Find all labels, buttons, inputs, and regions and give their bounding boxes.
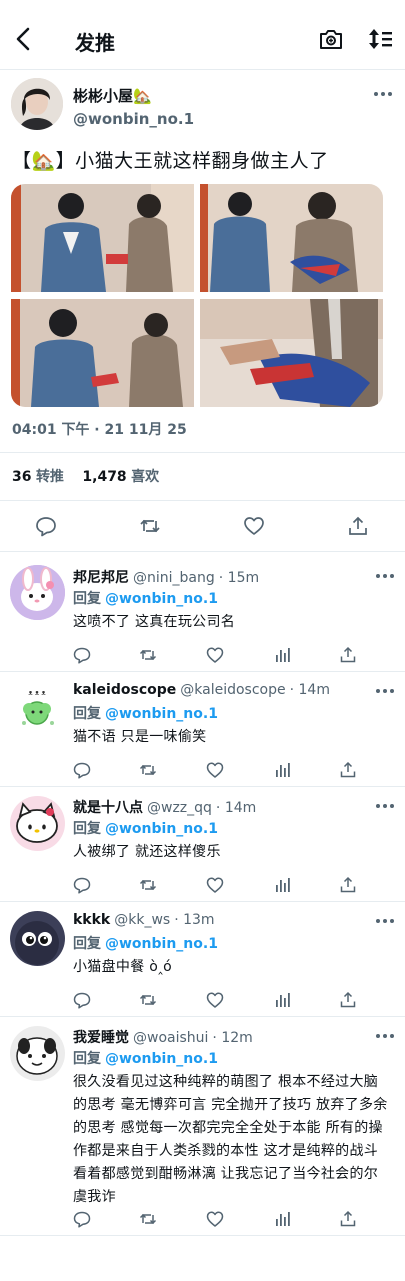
reply-icon[interactable] bbox=[73, 646, 91, 664]
reply-text: 这喷不了 这真在玩公司名 bbox=[73, 614, 236, 630]
camera-icon[interactable] bbox=[318, 26, 344, 52]
divider bbox=[0, 671, 405, 672]
reply-to-link[interactable]: @wonbin_no.1 bbox=[105, 706, 218, 722]
tweet-text: 【🏡】小猫大王就这样翻身做主人了 bbox=[12, 150, 329, 172]
tweet-photo[interactable] bbox=[200, 184, 383, 293]
avatar[interactable] bbox=[10, 796, 65, 851]
tweet-timestamp: 04:01 下午 · 21 11月 25 bbox=[12, 422, 187, 438]
like-icon[interactable] bbox=[206, 991, 224, 1009]
reply-to: 回复 @wonbin_no.1 bbox=[73, 1051, 218, 1067]
author-name[interactable]: 彬彬小屋🏡 bbox=[73, 85, 152, 106]
retweet-icon[interactable] bbox=[139, 876, 157, 894]
analytics-icon[interactable] bbox=[273, 991, 291, 1009]
reply-to: 回复 @wonbin_no.1 bbox=[73, 821, 218, 837]
tweet-photo[interactable] bbox=[200, 298, 383, 408]
share-icon[interactable] bbox=[339, 876, 357, 894]
back-arrow-icon[interactable] bbox=[12, 26, 34, 52]
author-avatar[interactable] bbox=[11, 78, 63, 130]
share-icon[interactable] bbox=[339, 1210, 357, 1228]
reply-icon[interactable] bbox=[35, 515, 57, 537]
reply-icon[interactable] bbox=[73, 876, 91, 894]
divider bbox=[0, 551, 405, 552]
reply-to: 回复 @wonbin_no.1 bbox=[73, 706, 218, 722]
retweet-icon[interactable] bbox=[139, 991, 157, 1009]
reply-to: 回复 @wonbin_no.1 bbox=[73, 936, 218, 952]
tweet-stats: 36 转推 1,478 喜欢 bbox=[12, 466, 173, 486]
more-options-icon[interactable] bbox=[375, 918, 395, 924]
more-options-icon[interactable] bbox=[373, 91, 393, 97]
reply-to: 回复 @wonbin_no.1 bbox=[73, 591, 218, 607]
reply-text: 很久没看见过这种纯粹的萌图了 根本不经过大脑 的思考 毫无博弈可言 完全抛开了技… bbox=[73, 1074, 388, 1205]
more-options-icon[interactable] bbox=[375, 803, 395, 809]
avatar[interactable] bbox=[10, 911, 65, 966]
retweet-icon[interactable] bbox=[139, 1210, 157, 1228]
divider bbox=[0, 500, 405, 501]
divider bbox=[0, 1016, 405, 1017]
analytics-icon[interactable] bbox=[273, 761, 291, 779]
analytics-icon[interactable] bbox=[273, 646, 291, 664]
divider bbox=[0, 452, 405, 453]
retweet-count[interactable]: 36 bbox=[12, 469, 31, 485]
reply-icon[interactable] bbox=[73, 761, 91, 779]
divider bbox=[0, 786, 405, 787]
like-label[interactable]: 喜欢 bbox=[131, 469, 159, 485]
divider bbox=[0, 1235, 405, 1236]
divider bbox=[0, 901, 405, 902]
more-options-icon[interactable] bbox=[375, 688, 395, 694]
reply-to-link[interactable]: @wonbin_no.1 bbox=[105, 591, 218, 607]
reply-text: 猫不语 只是一味偷笑 bbox=[73, 729, 207, 745]
avatar[interactable] bbox=[10, 1026, 65, 1081]
like-icon[interactable] bbox=[206, 876, 224, 894]
like-icon[interactable] bbox=[206, 761, 224, 779]
like-icon[interactable] bbox=[243, 515, 265, 537]
reply-text: 小猫盘中餐 ò‸ó bbox=[73, 959, 173, 975]
svg-text:ᴥ ᴥ ᴥ: ᴥ ᴥ ᴥ bbox=[28, 689, 46, 697]
page-title: 发推 bbox=[75, 31, 115, 55]
reply-text: 人被绑了 就还这样傻乐 bbox=[73, 844, 221, 860]
avatar[interactable] bbox=[10, 565, 65, 620]
like-count[interactable]: 1,478 bbox=[82, 469, 126, 485]
reply-to-link[interactable]: @wonbin_no.1 bbox=[105, 821, 218, 837]
reply-to-link[interactable]: @wonbin_no.1 bbox=[105, 936, 218, 952]
reply-author[interactable]: 邦尼邦尼 @nini_bang · 15m bbox=[73, 567, 259, 587]
tweet-photo[interactable] bbox=[11, 184, 194, 293]
bottom-bar bbox=[0, 1244, 405, 1281]
retweet-icon[interactable] bbox=[139, 515, 161, 537]
retweet-icon[interactable] bbox=[139, 761, 157, 779]
tweet-photo[interactable] bbox=[11, 298, 194, 408]
sort-icon[interactable] bbox=[367, 26, 393, 52]
like-icon[interactable] bbox=[206, 1210, 224, 1228]
share-icon[interactable] bbox=[339, 646, 357, 664]
analytics-icon[interactable] bbox=[273, 1210, 291, 1228]
author-handle[interactable]: @wonbin_no.1 bbox=[73, 110, 194, 128]
share-icon[interactable] bbox=[347, 515, 369, 537]
more-options-icon[interactable] bbox=[375, 1033, 395, 1039]
avatar[interactable]: ᴥ ᴥ ᴥ bbox=[10, 681, 65, 736]
top-bar: 发推 bbox=[0, 0, 405, 70]
analytics-icon[interactable] bbox=[273, 876, 291, 894]
reply-icon[interactable] bbox=[73, 1210, 91, 1228]
reply-author[interactable]: kaleidoscope @kaleidoscope · 14m bbox=[73, 682, 330, 698]
retweet-icon[interactable] bbox=[139, 646, 157, 664]
like-icon[interactable] bbox=[206, 646, 224, 664]
reply-to-link[interactable]: @wonbin_no.1 bbox=[105, 1051, 218, 1067]
retweet-label[interactable]: 转推 bbox=[36, 469, 64, 485]
reply-author[interactable]: 我爱睡觉 @woaishui · 12m bbox=[73, 1027, 253, 1047]
share-icon[interactable] bbox=[339, 991, 357, 1009]
reply-author[interactable]: kkkk @kk_ws · 13m bbox=[73, 912, 215, 928]
reply-author[interactable]: 就是十八点 @wzz_qq · 14m bbox=[73, 797, 256, 817]
more-options-icon[interactable] bbox=[375, 573, 395, 579]
reply-icon[interactable] bbox=[73, 991, 91, 1009]
tweet-media-grid bbox=[11, 184, 383, 407]
share-icon[interactable] bbox=[339, 761, 357, 779]
